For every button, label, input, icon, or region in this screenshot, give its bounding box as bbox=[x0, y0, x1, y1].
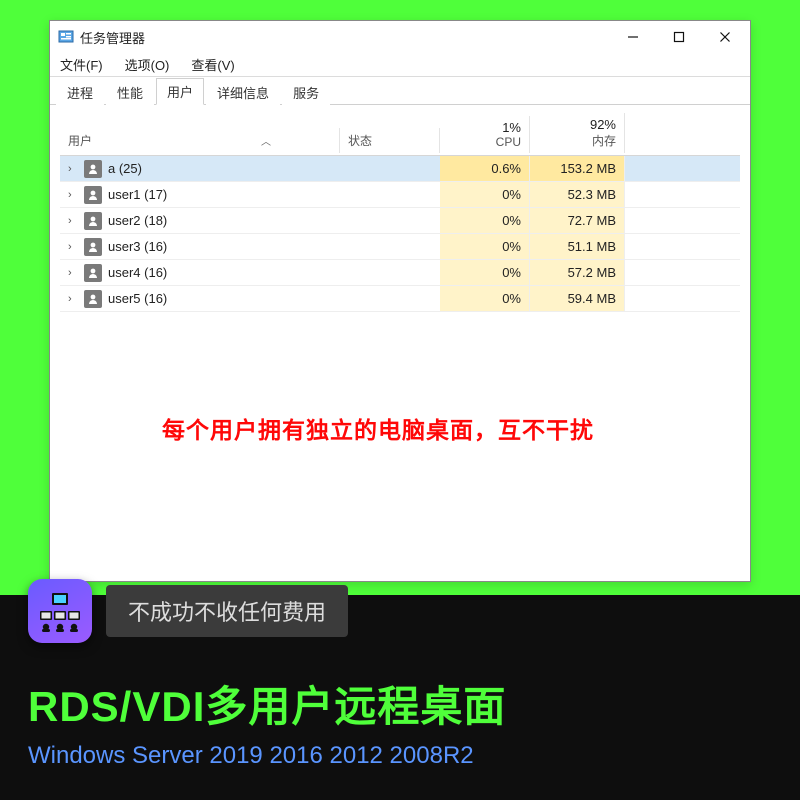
sort-asc-icon: ︿ bbox=[261, 133, 271, 148]
tab-processes[interactable]: 进程 bbox=[56, 79, 104, 105]
promo-overlay-text: 每个用户拥有独立的电脑桌面，互不干扰 bbox=[162, 411, 594, 445]
promo-app-icon bbox=[28, 579, 92, 643]
grid-area: 用户 ︿ 状态 1% CPU 92% 内存 › a (25) 0.6%153.2 M… bbox=[50, 105, 750, 322]
mem-label: 内存 bbox=[592, 134, 616, 148]
col-head-status[interactable]: 状态 bbox=[340, 128, 440, 153]
col-head-user-label: 用户 bbox=[68, 132, 92, 149]
user-name: a (25) bbox=[108, 161, 142, 176]
table-row[interactable]: › user5 (16) 0%59.4 MB bbox=[60, 286, 740, 312]
task-manager-window: 任务管理器 文件(F) 选项(O) 查看(V) 进程 性能 用户 详细信息 服务… bbox=[49, 20, 751, 582]
expand-icon[interactable]: › bbox=[68, 267, 78, 279]
maximize-button[interactable] bbox=[656, 21, 702, 53]
user-icon bbox=[84, 160, 102, 178]
mem-cell: 59.4 MB bbox=[530, 286, 625, 311]
col-head-cpu[interactable]: 1% CPU bbox=[440, 116, 530, 153]
cpu-cell: 0% bbox=[440, 234, 530, 259]
user-cell: › user2 (18) bbox=[60, 212, 340, 230]
user-icon bbox=[84, 238, 102, 256]
promo-title: RDS/VDI多用户远程桌面 bbox=[28, 673, 772, 734]
expand-icon[interactable]: › bbox=[68, 163, 78, 175]
user-name: user5 (16) bbox=[108, 291, 167, 306]
menu-option[interactable]: 选项(O) bbox=[121, 53, 174, 76]
promo-guarantee-text: 不成功不收任何费用 bbox=[106, 585, 348, 637]
window-title: 任务管理器 bbox=[80, 28, 610, 47]
col-head-memory[interactable]: 92% 内存 bbox=[530, 113, 625, 153]
cpu-cell: 0% bbox=[440, 286, 530, 311]
user-icon bbox=[84, 264, 102, 282]
rows-container: ›a (25)0.6%153.2 MB›user1 (17)0%52.3 MB›… bbox=[60, 156, 740, 312]
mem-cell: 51.1 MB bbox=[530, 234, 625, 259]
tab-performance[interactable]: 性能 bbox=[106, 79, 154, 105]
user-name: user3 (16) bbox=[108, 239, 167, 254]
table-row[interactable]: › user2 (18) 0%72.7 MB bbox=[60, 208, 740, 234]
tab-bar: 进程 性能 用户 详细信息 服务 bbox=[50, 77, 750, 105]
titlebar: 任务管理器 bbox=[50, 21, 750, 53]
table-row[interactable]: › user1 (17) 0%52.3 MB bbox=[60, 182, 740, 208]
expand-icon[interactable]: › bbox=[68, 215, 78, 227]
mem-cell: 72.7 MB bbox=[530, 208, 625, 233]
mem-cell: 57.2 MB bbox=[530, 260, 625, 285]
user-name: user4 (16) bbox=[108, 265, 167, 280]
task-manager-icon bbox=[58, 29, 74, 45]
expand-icon[interactable]: › bbox=[68, 293, 78, 305]
user-cell: › user1 (17) bbox=[60, 186, 340, 204]
cpu-label: CPU bbox=[496, 135, 521, 149]
user-icon bbox=[84, 212, 102, 230]
menu-file[interactable]: 文件(F) bbox=[56, 53, 107, 76]
minimize-button[interactable] bbox=[610, 21, 656, 53]
column-headers: 用户 ︿ 状态 1% CPU 92% 内存 bbox=[60, 113, 740, 156]
mem-total-percent: 92% bbox=[538, 117, 616, 132]
user-cell: › user3 (16) bbox=[60, 238, 340, 256]
user-icon bbox=[84, 186, 102, 204]
cpu-total-percent: 1% bbox=[448, 120, 521, 135]
table-row[interactable]: › a (25) 0.6%153.2 MB bbox=[60, 156, 740, 182]
user-cell: › a (25) bbox=[60, 160, 340, 178]
tab-details[interactable]: 详细信息 bbox=[206, 79, 280, 105]
table-row[interactable]: › user3 (16) 0%51.1 MB bbox=[60, 234, 740, 260]
user-cell: › user4 (16) bbox=[60, 264, 340, 282]
user-name: user2 (18) bbox=[108, 213, 167, 228]
promo-subtitle: Windows Server 2019 2016 2012 2008R2 bbox=[28, 742, 772, 770]
tab-users[interactable]: 用户 bbox=[156, 78, 204, 105]
mem-cell: 52.3 MB bbox=[530, 182, 625, 207]
col-head-user[interactable]: 用户 ︿ bbox=[60, 128, 340, 153]
expand-icon[interactable]: › bbox=[68, 241, 78, 253]
menubar: 文件(F) 选项(O) 查看(V) bbox=[50, 53, 750, 77]
window-controls bbox=[610, 21, 748, 53]
cpu-cell: 0% bbox=[440, 260, 530, 285]
promo-badge-row: 不成功不收任何费用 bbox=[28, 609, 772, 673]
cpu-cell: 0.6% bbox=[440, 156, 530, 181]
user-cell: › user5 (16) bbox=[60, 290, 340, 308]
tab-services[interactable]: 服务 bbox=[282, 79, 330, 105]
user-icon bbox=[84, 290, 102, 308]
user-name: user1 (17) bbox=[108, 187, 167, 202]
cpu-cell: 0% bbox=[440, 208, 530, 233]
expand-icon[interactable]: › bbox=[68, 189, 78, 201]
menu-view[interactable]: 查看(V) bbox=[187, 53, 238, 76]
mem-cell: 153.2 MB bbox=[530, 156, 625, 181]
close-button[interactable] bbox=[702, 21, 748, 53]
promo-banner: 不成功不收任何费用 RDS/VDI多用户远程桌面 Windows Server … bbox=[0, 595, 800, 800]
cpu-cell: 0% bbox=[440, 182, 530, 207]
table-row[interactable]: › user4 (16) 0%57.2 MB bbox=[60, 260, 740, 286]
